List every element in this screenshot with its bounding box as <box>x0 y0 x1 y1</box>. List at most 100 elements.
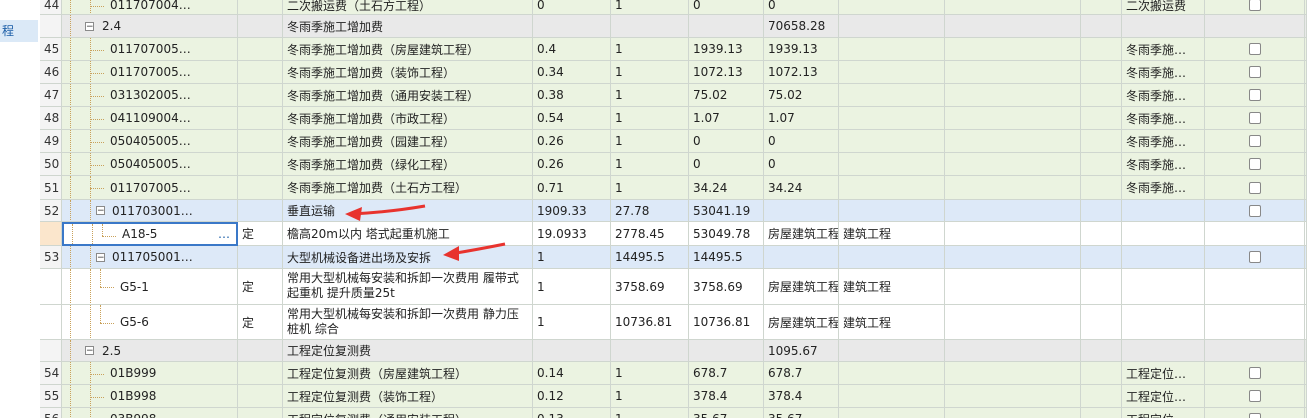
checkbox-icon[interactable] <box>1248 251 1261 263</box>
total-cell[interactable] <box>764 200 839 222</box>
specialty-cell[interactable] <box>945 15 1081 38</box>
name-cell[interactable]: 冬雨季施工增加费（房屋建筑工程） <box>283 38 533 61</box>
price-cell[interactable]: 378.4 <box>689 385 764 408</box>
category-cell[interactable] <box>839 15 945 38</box>
value-cell[interactable]: 1 <box>611 153 689 176</box>
specialty-cell[interactable] <box>945 61 1081 84</box>
name-cell[interactable]: 冬雨季施工增加费（土石方工程） <box>283 176 533 200</box>
price-cell[interactable]: 3758.69 <box>689 269 764 305</box>
table-row[interactable]: 46 011707005… 冬雨季施工增加费（装饰工程） 0.34 1 1072.13 10… <box>40 61 1307 84</box>
specialty-cell[interactable] <box>945 222 1081 246</box>
price-cell[interactable]: 10736.81 <box>689 305 764 340</box>
value-cell[interactable]: 1 <box>611 0 689 15</box>
table-row[interactable]: 47 031302005… 冬雨季施工增加费（通用安装工程） 0.38 1 75.02 75… <box>40 84 1307 107</box>
remark-cell[interactable] <box>1122 222 1205 246</box>
remark-cell[interactable]: 冬雨季施… <box>1122 38 1205 61</box>
table-row[interactable]: 54 01B999 工程定位复测费（房屋建筑工程） 0.14 1 678.7 678.7 工程… <box>40 362 1307 385</box>
group-row[interactable]: −2.5 工程定位复测费 1095.67 <box>40 340 1307 362</box>
category-cell[interactable]: 建筑工程 <box>839 222 945 246</box>
code-cell[interactable]: 031302005… <box>62 84 238 107</box>
value-cell[interactable]: 1 <box>611 385 689 408</box>
checkbox-icon[interactable] <box>1248 43 1261 55</box>
price-cell[interactable]: 1.07 <box>689 107 764 130</box>
remark-cell[interactable]: 冬雨季施… <box>1122 107 1205 130</box>
checkbox-icon[interactable] <box>1248 390 1261 402</box>
specialty-cell[interactable] <box>945 340 1081 362</box>
specialty-cell[interactable] <box>945 385 1081 408</box>
total-cell[interactable]: 房屋建筑工程 <box>764 305 839 340</box>
specialty-cell[interactable] <box>945 38 1081 61</box>
total-cell[interactable]: 1939.13 <box>764 38 839 61</box>
value-cell[interactable]: 2778.45 <box>611 222 689 246</box>
name-cell[interactable]: 檐高20m以内 塔式起重机施工 <box>283 222 533 246</box>
remark-cell[interactable]: 冬雨季施… <box>1122 61 1205 84</box>
total-cell[interactable]: 378.4 <box>764 385 839 408</box>
code-cell[interactable]: 01B998 <box>62 385 238 408</box>
total-cell[interactable]: 房屋建筑工程 <box>764 269 839 305</box>
price-cell[interactable]: 0 <box>689 130 764 153</box>
price-cell[interactable]: 75.02 <box>689 84 764 107</box>
value-cell[interactable]: 10736.81 <box>611 305 689 340</box>
expand-collapse-icon[interactable]: − <box>85 22 94 32</box>
name-cell[interactable]: 工程定位复测费（房屋建筑工程） <box>283 362 533 385</box>
code-cell[interactable]: 041109004… <box>62 107 238 130</box>
category-cell[interactable] <box>839 38 945 61</box>
quantity-cell[interactable]: 0.54 <box>533 107 611 130</box>
name-cell[interactable]: 常用大型机械每安装和拆卸一次费用 履带式起重机 提升质量25t <box>283 269 533 305</box>
price-cell[interactable]: 53041.19 <box>689 200 764 222</box>
sidebar-tab[interactable]: 程 <box>0 20 38 42</box>
quantity-cell[interactable]: 0.38 <box>533 84 611 107</box>
total-cell[interactable]: 1.07 <box>764 107 839 130</box>
code-cell[interactable]: −011705001… <box>62 246 238 269</box>
remark-cell[interactable]: 工程定位… <box>1122 408 1205 418</box>
code-cell[interactable]: A18-5… <box>62 222 238 246</box>
value-cell[interactable]: 3758.69 <box>611 269 689 305</box>
name-cell[interactable]: 二次搬运费（土石方工程） <box>283 0 533 15</box>
quantity-cell[interactable]: 1909.33 <box>533 200 611 222</box>
category-cell[interactable] <box>839 200 945 222</box>
value-cell[interactable]: 14495.5 <box>611 246 689 269</box>
table-row[interactable]: 49 050405005… 冬雨季施工增加费（园建工程） 0.26 1 0 0 冬雨季施… <box>40 130 1307 153</box>
remark-cell[interactable] <box>1122 246 1205 269</box>
quantity-cell[interactable]: 1 <box>533 305 611 340</box>
category-cell[interactable] <box>839 0 945 15</box>
price-cell[interactable]: 35.67 <box>689 408 764 418</box>
price-cell[interactable]: 1072.13 <box>689 61 764 84</box>
remark-cell[interactable]: 工程定位… <box>1122 362 1205 385</box>
checkbox-icon[interactable] <box>1248 204 1261 217</box>
total-cell[interactable]: 678.7 <box>764 362 839 385</box>
price-cell[interactable] <box>689 15 764 38</box>
specialty-cell[interactable] <box>945 269 1081 305</box>
category-cell[interactable]: 建筑工程 <box>839 305 945 340</box>
value-cell[interactable] <box>611 340 689 362</box>
specialty-cell[interactable] <box>945 130 1081 153</box>
remark-cell[interactable] <box>1122 305 1205 340</box>
total-cell[interactable]: 35.67 <box>764 408 839 418</box>
price-cell[interactable]: 678.7 <box>689 362 764 385</box>
quantity-cell[interactable]: 19.0933 <box>533 222 611 246</box>
total-cell[interactable] <box>764 246 839 269</box>
code-cell[interactable]: −2.4 <box>62 15 238 38</box>
code-cell[interactable]: 011707005… <box>62 61 238 84</box>
table-row[interactable]: 51 011707005… 冬雨季施工增加费（土石方工程） 0.71 1 34.24 34.… <box>40 176 1307 200</box>
code-cell[interactable]: 011707004… <box>62 0 238 15</box>
total-cell[interactable]: 70658.28 <box>764 15 839 38</box>
name-cell[interactable]: 常用大型机械每安装和拆卸一次费用 静力压桩机 综合 <box>283 305 533 340</box>
total-cell[interactable]: 0 <box>764 153 839 176</box>
price-cell[interactable]: 34.24 <box>689 176 764 200</box>
code-cell[interactable]: 011707005… <box>62 38 238 61</box>
value-cell[interactable] <box>611 15 689 38</box>
specialty-cell[interactable] <box>945 408 1081 418</box>
value-cell[interactable]: 1 <box>611 176 689 200</box>
remark-cell[interactable]: 工程定位… <box>1122 385 1205 408</box>
name-cell[interactable]: 工程定位复测费（装饰工程） <box>283 385 533 408</box>
quantity-cell[interactable]: 0.14 <box>533 362 611 385</box>
checkbox-icon[interactable] <box>1248 66 1261 78</box>
table-row[interactable]: 56 03B998 工程定位复测费（通用安装工程） 0.13 1 35.67 35.67 工程… <box>40 408 1307 418</box>
group-row[interactable]: −2.4 冬雨季施工增加费 70658.28 <box>40 15 1307 38</box>
remark-cell[interactable]: 冬雨季施… <box>1122 130 1205 153</box>
specialty-cell[interactable] <box>945 305 1081 340</box>
price-cell[interactable]: 0 <box>689 0 764 15</box>
price-cell[interactable]: 53049.78 <box>689 222 764 246</box>
quantity-cell[interactable]: 0.4 <box>533 38 611 61</box>
